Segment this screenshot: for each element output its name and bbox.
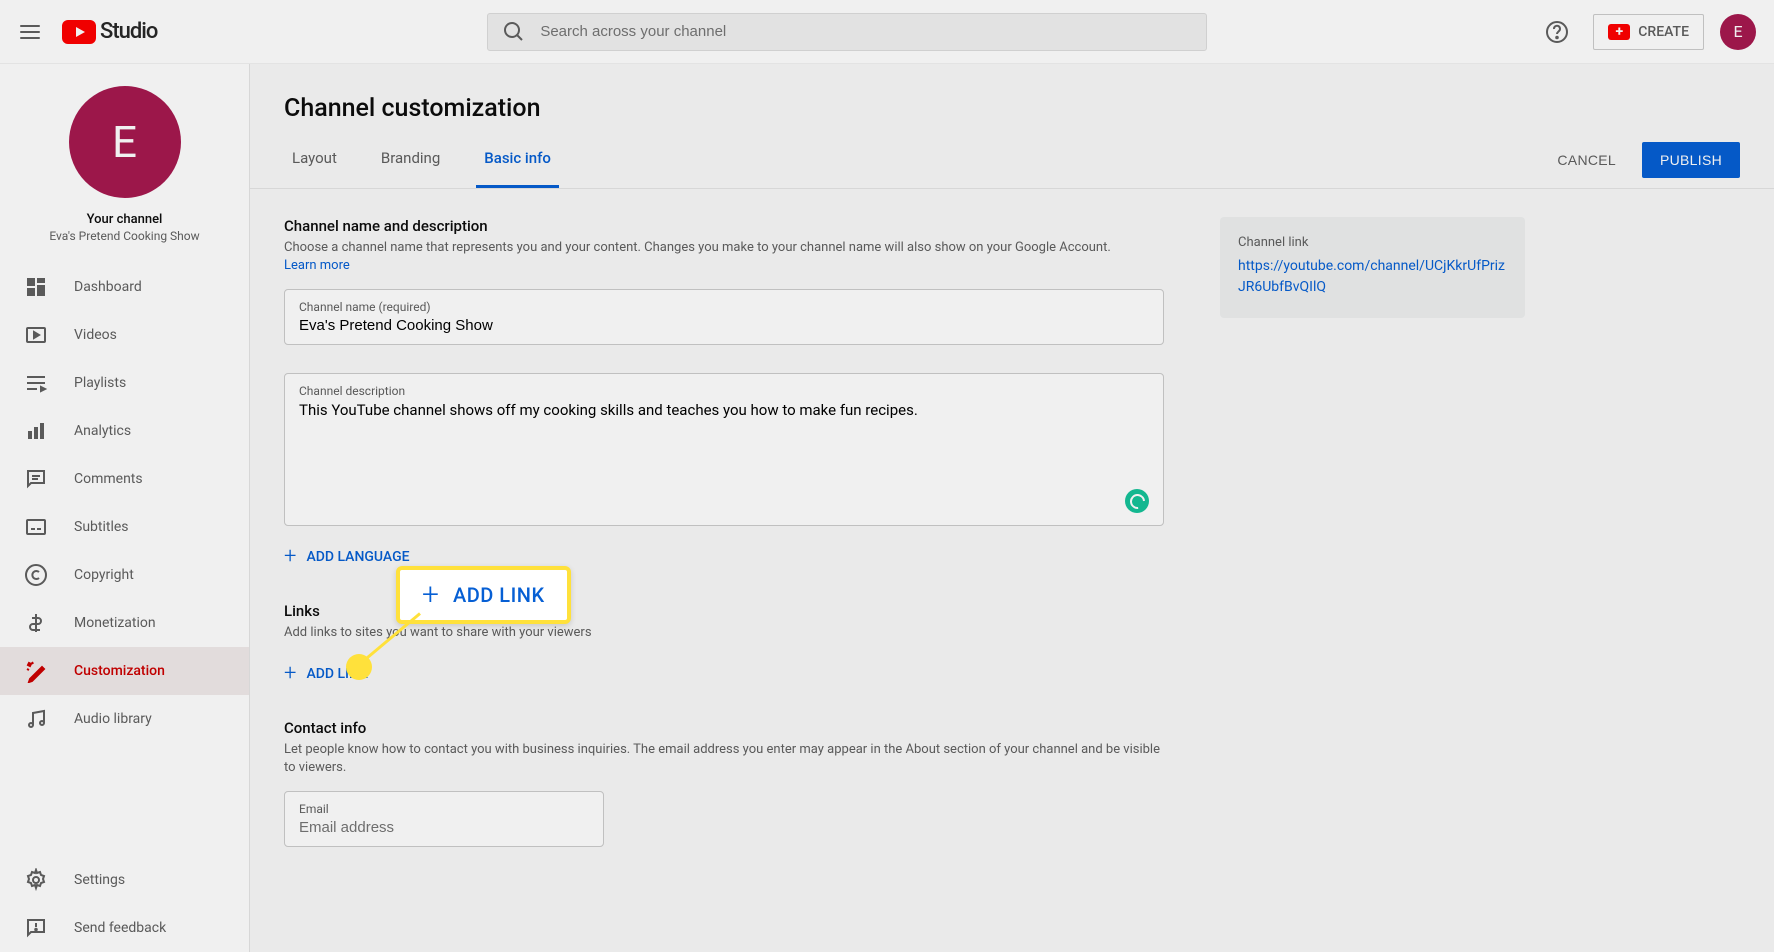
videos-icon (24, 323, 48, 347)
sidebar-item-label: Dashboard (74, 279, 142, 295)
sidebar-item-label: Videos (74, 327, 117, 343)
app-header: Studio CREATE E (0, 0, 1774, 64)
menu-toggle-button[interactable] (18, 20, 42, 44)
channel-name-small: Eva's Pretend Cooking Show (49, 229, 199, 243)
help-button[interactable] (1537, 12, 1577, 52)
tab-row: Layout Branding Basic info CANCEL PUBLIS… (250, 131, 1774, 189)
create-button[interactable]: CREATE (1593, 14, 1704, 50)
subtitles-icon (24, 515, 48, 539)
sidebar-item-label: Audio library (74, 711, 152, 727)
search-icon (502, 20, 526, 44)
sidebar-item-monetization[interactable]: Monetization (0, 599, 249, 647)
channel-link-url[interactable]: https://youtube.com/channel/UCjKkrUfPriz… (1238, 256, 1507, 298)
audio-library-icon (24, 707, 48, 731)
tab-branding[interactable]: Branding (373, 131, 448, 188)
add-link-button[interactable]: + ADD LINK (284, 663, 1164, 685)
playlists-icon (24, 371, 48, 395)
sidebar-item-subtitles[interactable]: Subtitles (0, 503, 249, 551)
links-desc: Add links to sites you want to share wit… (284, 624, 1164, 642)
callout-label: ADD LINK (453, 583, 545, 607)
sidebar-item-label: Settings (74, 872, 125, 888)
add-language-button[interactable]: + ADD LANGUAGE (284, 546, 1164, 568)
search-input[interactable] (540, 23, 1192, 40)
channel-avatar[interactable]: E (69, 86, 181, 198)
email-input[interactable] (299, 819, 589, 836)
sidebar-item-label: Subtitles (74, 519, 129, 535)
customization-icon (24, 659, 48, 683)
email-field[interactable]: Email (284, 791, 604, 847)
callout-badge: + ADD LINK (396, 566, 571, 624)
sidebar-item-feedback[interactable]: Send feedback (0, 904, 249, 952)
gear-icon (24, 868, 48, 892)
sidebar-item-analytics[interactable]: Analytics (0, 407, 249, 455)
sidebar-item-comments[interactable]: Comments (0, 455, 249, 503)
help-icon (1545, 20, 1569, 44)
sidebar-item-customization[interactable]: Customization (0, 647, 249, 695)
channel-link-panel: Channel link https://youtube.com/channel… (1220, 217, 1525, 318)
sidebar-item-label: Comments (74, 471, 143, 487)
channel-name-input[interactable] (299, 317, 1149, 334)
plus-icon: + (422, 580, 439, 610)
contact-desc: Let people know how to contact you with … (284, 741, 1164, 777)
analytics-icon (24, 419, 48, 443)
copyright-icon (24, 563, 48, 587)
channel-link-title: Channel link (1238, 235, 1507, 250)
logo-text: Studio (100, 19, 157, 44)
sidebar-item-playlists[interactable]: Playlists (0, 359, 249, 407)
sidebar-item-label: Send feedback (74, 920, 166, 936)
channel-desc-label: Channel description (299, 384, 1149, 398)
plus-icon: + (284, 546, 296, 568)
sidebar-item-audio-library[interactable]: Audio library (0, 695, 249, 743)
email-label: Email (299, 802, 589, 816)
sidebar-item-dashboard[interactable]: Dashboard (0, 263, 249, 311)
monetization-icon (24, 611, 48, 635)
feedback-icon (24, 916, 48, 940)
main-content: Channel customization Layout Branding Ba… (250, 64, 1774, 875)
youtube-play-icon (62, 20, 96, 44)
channel-desc-input[interactable] (299, 401, 1149, 511)
learn-more-link[interactable]: Learn more (284, 258, 350, 273)
channel-block: E Your channel Eva's Pretend Cooking Sho… (0, 64, 249, 257)
sidebar-item-label: Playlists (74, 375, 126, 391)
publish-button[interactable]: PUBLISH (1642, 142, 1740, 178)
sidebar-item-label: Analytics (74, 423, 131, 439)
sidebar-item-copyright[interactable]: Copyright (0, 551, 249, 599)
name-section-title: Channel name and description (284, 217, 1164, 235)
plus-icon: + (284, 663, 296, 685)
dashboard-icon (24, 275, 48, 299)
create-label: CREATE (1638, 24, 1689, 40)
comments-icon (24, 467, 48, 491)
channel-name-label: Channel name (required) (299, 300, 1149, 314)
sidebar-item-videos[interactable]: Videos (0, 311, 249, 359)
sidebar-item-label: Copyright (74, 567, 134, 583)
create-video-icon (1608, 24, 1630, 40)
user-avatar[interactable]: E (1720, 14, 1756, 50)
page-title: Channel customization (250, 64, 1774, 131)
tab-basic-info[interactable]: Basic info (476, 131, 559, 188)
sidebar-item-label: Monetization (74, 615, 156, 631)
tab-layout[interactable]: Layout (284, 131, 345, 188)
your-channel-label: Your channel (87, 212, 163, 227)
callout-annotation: + ADD LINK (396, 566, 571, 624)
channel-name-field[interactable]: Channel name (required) (284, 289, 1164, 345)
add-language-label: ADD LANGUAGE (306, 549, 409, 565)
contact-title: Contact info (284, 719, 1164, 737)
youtube-studio-logo[interactable]: Studio (62, 19, 157, 44)
channel-description-field[interactable]: Channel description (284, 373, 1164, 526)
sidebar-item-label: Customization (74, 663, 165, 679)
name-section-desc: Choose a channel name that represents yo… (284, 239, 1164, 275)
search-box[interactable] (487, 13, 1207, 51)
sidebar-item-settings[interactable]: Settings (0, 856, 249, 904)
cancel-button[interactable]: CANCEL (1541, 142, 1632, 178)
sidebar: E Your channel Eva's Pretend Cooking Sho… (0, 64, 250, 952)
